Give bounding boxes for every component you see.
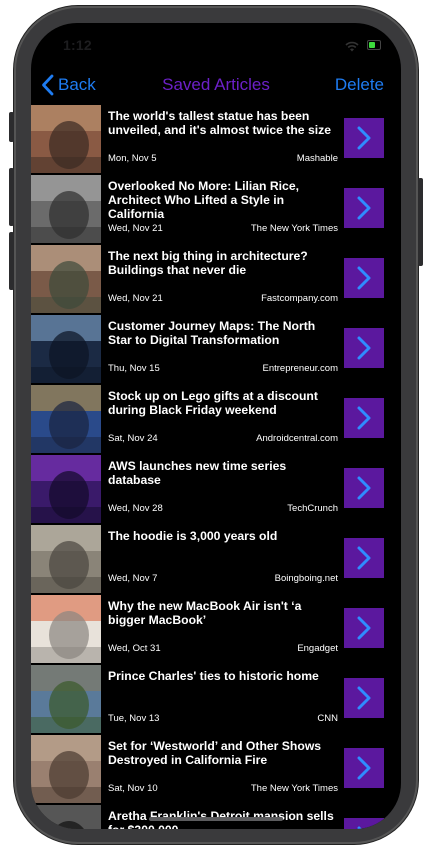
article-headline: Overlooked No More: Lilian Rice, Archite…	[108, 179, 299, 221]
article-source: Fastcompany.com	[261, 293, 338, 304]
article-date: Wed, Oct 31	[108, 643, 161, 654]
open-article-button[interactable]	[344, 118, 384, 158]
article-thumbnail	[31, 175, 101, 243]
open-article-button[interactable]	[344, 398, 384, 438]
article-date: Sat, Nov 24	[108, 433, 158, 444]
article-thumbnail	[31, 105, 101, 173]
volume-up-button	[9, 168, 14, 226]
article-headline: Customer Journey Maps: The North Star to…	[108, 319, 316, 347]
open-article-button[interactable]	[344, 748, 384, 788]
article-thumbnail	[31, 805, 101, 829]
article-thumbnail	[31, 455, 101, 523]
article-headline: Why the new MacBook Air isn't ‘a bigger …	[108, 599, 302, 627]
chevron-right-icon	[357, 196, 371, 220]
article-date: Wed, Nov 7	[108, 573, 158, 584]
chevron-right-icon	[357, 616, 371, 640]
article-source: CNN	[317, 713, 338, 724]
article-headline: The world's tallest statue has been unve…	[108, 109, 332, 137]
chevron-right-icon	[357, 126, 371, 150]
delete-button[interactable]: Delete	[335, 75, 384, 95]
article-headline: Prince Charles' ties to historic home	[108, 669, 319, 683]
article-headline: AWS launches new time series database	[108, 459, 287, 487]
chevron-right-icon	[357, 266, 371, 290]
open-article-button[interactable]	[344, 328, 384, 368]
mute-switch	[9, 112, 14, 142]
article-source: Engadget	[297, 643, 338, 654]
article-source: Androidcentral.com	[256, 433, 338, 444]
open-article-button[interactable]	[344, 258, 384, 298]
article-date: Sat, Nov 10	[108, 783, 158, 794]
article-source: The New York Times	[250, 223, 338, 234]
article-row[interactable]: Why the new MacBook Air isn't ‘a bigger …	[31, 595, 401, 665]
article-thumbnail	[31, 735, 101, 803]
navigation-bar: Back Saved Articles Delete	[31, 67, 401, 103]
home-indicator[interactable]	[149, 817, 283, 821]
article-source: The New York Times	[250, 783, 338, 794]
open-article-button[interactable]	[344, 468, 384, 508]
article-row[interactable]: The world's tallest statue has been unve…	[31, 105, 401, 175]
app-screen: 1:12 Back Saved Articles Delete The worl…	[31, 23, 401, 829]
article-thumbnail	[31, 385, 101, 453]
notch	[113, 23, 319, 53]
article-thumbnail	[31, 595, 101, 663]
power-button	[418, 178, 423, 266]
open-article-button[interactable]	[344, 818, 384, 829]
article-row[interactable]: Stock up on Lego gifts at a discount dur…	[31, 385, 401, 455]
article-source: Entrepreneur.com	[262, 363, 338, 374]
article-headline: Stock up on Lego gifts at a discount dur…	[108, 389, 318, 417]
article-row[interactable]: Overlooked No More: Lilian Rice, Archite…	[31, 175, 401, 245]
chevron-right-icon	[357, 336, 371, 360]
chevron-right-icon	[357, 686, 371, 710]
article-source: TechCrunch	[287, 503, 338, 514]
article-row[interactable]: Set for ‘Westworld’ and Other Shows Dest…	[31, 735, 401, 805]
article-source: Mashable	[296, 153, 338, 164]
article-thumbnail	[31, 665, 101, 733]
article-date: Mon, Nov 5	[108, 153, 157, 164]
chevron-right-icon	[357, 406, 371, 430]
open-article-button[interactable]	[344, 678, 384, 718]
article-row[interactable]: The hoodie is 3,000 years old Wed, Nov 7 B…	[31, 525, 401, 595]
article-headline: The next big thing in architecture? Buil…	[108, 249, 308, 277]
article-date: Thu, Nov 15	[108, 363, 160, 374]
article-date: Tue, Nov 13	[108, 713, 160, 724]
chevron-right-icon	[357, 546, 371, 570]
article-date: Wed, Nov 21	[108, 293, 163, 304]
article-row[interactable]: The next big thing in architecture? Buil…	[31, 245, 401, 315]
chevron-right-icon	[357, 476, 371, 500]
article-row[interactable]: Prince Charles' ties to historic home Tue…	[31, 665, 401, 735]
wifi-icon	[345, 39, 359, 57]
article-headline: Set for ‘Westworld’ and Other Shows Dest…	[108, 739, 322, 767]
article-source: Boingboing.net	[274, 573, 338, 584]
article-row[interactable]: AWS launches new time series database Wed…	[31, 455, 401, 525]
open-article-button[interactable]	[344, 188, 384, 228]
battery-icon	[367, 40, 381, 50]
open-article-button[interactable]	[344, 538, 384, 578]
status-time: 1:12	[63, 37, 92, 53]
article-thumbnail	[31, 245, 101, 313]
chevron-right-icon	[357, 826, 363, 829]
article-thumbnail	[31, 315, 101, 383]
article-row[interactable]: Customer Journey Maps: The North Star to…	[31, 315, 401, 385]
saved-articles-list: The world's tallest statue has been unve…	[31, 105, 401, 829]
open-article-button[interactable]	[344, 608, 384, 648]
article-headline: The hoodie is 3,000 years old	[108, 529, 278, 543]
article-date: Wed, Nov 21	[108, 223, 163, 234]
article-date: Wed, Nov 28	[108, 503, 163, 514]
chevron-right-icon	[357, 756, 371, 780]
article-thumbnail	[31, 525, 101, 593]
volume-down-button	[9, 232, 14, 290]
